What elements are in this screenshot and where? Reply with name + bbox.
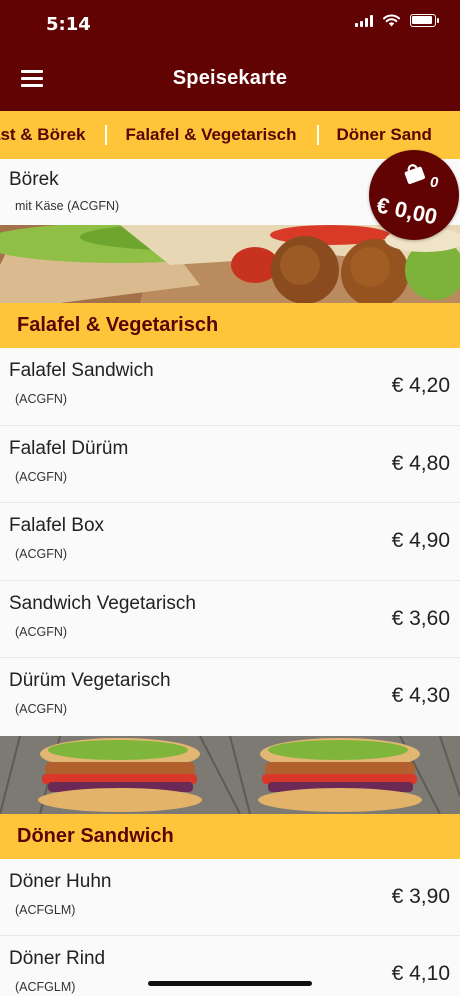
item-name: Börek — [9, 169, 59, 190]
menu-item[interactable]: Döner Huhn (ACFGLM) € 3,90 — [0, 858, 460, 936]
item-price: € 4,20 — [391, 374, 450, 397]
menu-item[interactable]: Dürüm Vegetarisch (ACGFN) € 4,30 — [0, 658, 460, 736]
item-description: (ACGFN) — [15, 702, 68, 716]
menu-item[interactable]: Falafel Box (ACGFN) € 4,90 — [0, 503, 460, 581]
menu-item[interactable]: Döner Rind (ACFGLM) € 4,10 — [0, 936, 460, 996]
cart-button[interactable]: 0 € 0,00 — [369, 150, 459, 240]
battery-icon — [410, 14, 439, 27]
app-header: 5:14 Speisekarte — [0, 0, 460, 111]
app-screen: 5:14 Speisekarte ast & Börek Falafel & V… — [0, 0, 460, 996]
category-tabs: ast & Börek Falafel & Vegetarisch Döner … — [0, 111, 460, 159]
section-header: Falafel & Vegetarisch — [0, 303, 460, 348]
item-description: (ACFGLM) — [15, 902, 76, 917]
item-name: Döner Huhn — [9, 870, 112, 892]
doener-banner-image — [0, 735, 460, 814]
menu-list[interactable]: Börek mit Käse (ACGFN) Falafel & Vegetar… — [0, 159, 460, 996]
home-indicator[interactable] — [148, 981, 312, 986]
item-description: (ACGFN) — [15, 392, 68, 406]
item-name: Sandwich Vegetarisch — [9, 592, 196, 614]
falafel-banner-image — [0, 225, 460, 303]
status-time: 5:14 — [46, 14, 91, 35]
menu-item[interactable]: Sandwich Vegetarisch (ACGFN) € 3,60 — [0, 580, 460, 658]
menu-item[interactable]: Falafel Sandwich (ACGFN) € 4,20 — [0, 348, 460, 426]
signal-icon — [355, 14, 373, 27]
item-description: mit Käse (ACGFN) — [15, 199, 120, 213]
item-name: Döner Rind — [9, 948, 106, 969]
item-name: Falafel Box — [9, 515, 105, 536]
menu-item[interactable]: Falafel Dürüm (ACGFN) € 4,80 — [0, 425, 460, 503]
item-price: € 4,10 — [391, 962, 450, 985]
item-description: (ACFGLM) — [15, 980, 76, 994]
shopping-bag-icon — [404, 164, 425, 184]
cart-item-count: 0 — [430, 174, 439, 191]
tab-doener-sandwich[interactable]: Döner Sand — [316, 125, 452, 145]
status-icons — [355, 14, 439, 27]
item-description: (ACGFN) — [15, 624, 68, 639]
item-description: (ACGFN) — [15, 547, 68, 561]
item-name: Dürüm Vegetarisch — [9, 670, 171, 691]
wifi-icon — [383, 14, 400, 27]
item-price: € 3,60 — [391, 606, 450, 630]
tab-falafel-vegetarisch[interactable]: Falafel & Vegetarisch — [105, 125, 316, 145]
section-header: Döner Sandwich — [0, 813, 460, 859]
page-title: Speisekarte — [172, 67, 288, 89]
tab-doener-borek[interactable]: ast & Börek — [0, 125, 105, 145]
item-price: € 4,90 — [391, 529, 450, 552]
item-description: (ACGFN) — [15, 469, 68, 484]
item-price: € 4,80 — [391, 451, 450, 475]
item-price: € 3,90 — [391, 884, 450, 908]
cart-total: € 0,00 — [374, 192, 440, 230]
item-price: € 4,30 — [391, 684, 450, 707]
item-name: Falafel Sandwich — [9, 360, 154, 381]
item-name: Falafel Dürüm — [9, 437, 129, 459]
